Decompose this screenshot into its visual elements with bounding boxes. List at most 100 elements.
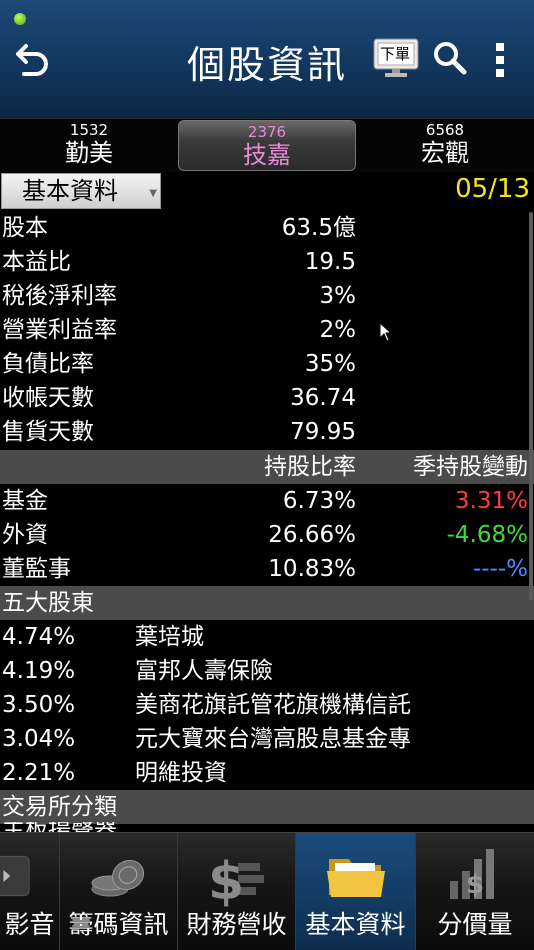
row-value: 3% — [319, 283, 357, 309]
nav-item-price-volume[interactable]: $ 分價量 — [416, 833, 534, 950]
partial-text: 主板揚聲器 — [2, 822, 117, 832]
row-label: 營業利益率 — [2, 317, 117, 343]
stock-tabs: 1532 勤美 2376 技嘉 6568 宏觀 — [0, 118, 534, 172]
nav-label: 基本資料 — [305, 910, 406, 939]
holding-change-header: 季持股變動 — [413, 454, 528, 480]
search-button[interactable] — [432, 40, 468, 76]
shareholder-name: 富邦人壽保險 — [135, 658, 273, 684]
shareholder-row: 3.04% 元大寶來台灣高股息基金專 — [0, 722, 534, 756]
nav-label: 分價量 — [437, 910, 513, 939]
stock-tab-1532[interactable]: 1532 勤美 — [0, 119, 178, 173]
section-title: 交易所分類 — [2, 794, 117, 820]
shareholder-pct: 3.04% — [2, 726, 76, 752]
row-value: 63.5億 — [281, 215, 356, 241]
shareholder-name: 美商花旗託管花旗機構信託 — [135, 692, 411, 718]
shareholder-row: 2.21% 明維投資 — [0, 756, 534, 790]
holding-ratio: 6.73% — [282, 488, 356, 514]
shareholder-row: 4.74% 葉培城 — [0, 620, 534, 654]
holding-ratio-header: 持股比率 — [264, 454, 356, 480]
row-value: 19.5 — [304, 249, 356, 275]
exchange-header: 交易所分類 — [0, 790, 534, 824]
stock-code: 1532 — [69, 121, 109, 139]
row-label: 董監事 — [2, 556, 71, 582]
stock-code: 2376 — [247, 123, 287, 141]
section-title: 五大股東 — [2, 590, 94, 616]
shareholder-pct: 3.50% — [2, 692, 76, 718]
order-button[interactable]: 下單 — [373, 38, 419, 78]
status-indicator — [14, 13, 26, 25]
shareholder-name: 元大寶來台灣高股息基金專 — [135, 726, 411, 752]
shareholder-pct: 4.19% — [2, 658, 76, 684]
video-icon — [0, 855, 30, 897]
holding-ratio: 26.66% — [268, 522, 356, 548]
row-label: 基金 — [2, 488, 48, 514]
holding-row: 基金 6.73% 3.31% — [0, 484, 534, 518]
folder-icon — [326, 859, 385, 897]
nav-item-chips[interactable]: 籌碼資訊 — [60, 833, 178, 950]
holding-change: ----% — [472, 556, 528, 582]
basic-row: 負債比率 35% — [0, 347, 534, 381]
holding-row: 外資 26.66% -4.68% — [0, 518, 534, 552]
row-value: 35% — [304, 351, 356, 377]
shareholder-name: 葉培城 — [135, 624, 204, 650]
basic-row: 收帳天數 36.74 — [0, 381, 534, 415]
nav-label: 財務營收 — [186, 910, 287, 939]
basic-row: 股本 63.5億 — [0, 211, 534, 245]
partial-row: 主板揚聲器 — [0, 822, 534, 832]
app-header: 個股資訊 下單 — [0, 0, 534, 118]
volume-bars-icon: $ — [450, 849, 494, 900]
scrollbar[interactable] — [529, 212, 533, 600]
svg-text:$: $ — [208, 852, 244, 907]
category-dropdown[interactable]: 基本資料 ▼ — [1, 173, 161, 209]
holding-change: 3.31% — [454, 488, 528, 514]
shareholder-row: 3.50% 美商花旗託管花旗機構信託 — [0, 688, 534, 722]
more-menu-button[interactable] — [488, 40, 512, 80]
dollar-icon: $ — [208, 852, 264, 907]
search-icon — [434, 42, 467, 75]
row-label: 股本 — [2, 215, 48, 241]
dropdown-arrow-icon: ▼ — [149, 188, 157, 199]
holding-change: -4.68% — [446, 522, 528, 548]
basic-row: 營業利益率 2% — [0, 313, 534, 347]
row-label: 本益比 — [2, 249, 71, 275]
row-value: 2% — [319, 317, 357, 343]
holding-header: 持股比率 季持股變動 — [0, 450, 534, 484]
row-value: 79.95 — [290, 419, 356, 445]
nav-label: 籌碼資訊 — [68, 910, 169, 939]
nav-item-video[interactable]: 影音 — [0, 833, 60, 950]
shareholder-row: 4.19% 富邦人壽保險 — [0, 654, 534, 688]
holding-row: 董監事 10.83% ----% — [0, 552, 534, 586]
data-date: 05/13 — [455, 174, 530, 204]
svg-text:$: $ — [466, 870, 484, 900]
dropdown-value: 基本資料 — [22, 177, 118, 205]
stock-name: 宏觀 — [421, 139, 469, 167]
row-label: 稅後淨利率 — [2, 283, 117, 309]
stock-name: 勤美 — [65, 139, 113, 167]
bottom-nav: 影音 籌碼資訊 $ 財務營收 基本資料 $ 分價量 — [0, 832, 534, 950]
shareholder-pct: 4.74% — [2, 624, 76, 650]
row-label: 負債比率 — [2, 351, 94, 377]
basic-row: 稅後淨利率 3% — [0, 279, 534, 313]
more-vert-icon — [496, 43, 504, 77]
nav-item-basic[interactable]: 基本資料 — [296, 833, 416, 950]
stock-tab-2376[interactable]: 2376 技嘉 — [178, 120, 356, 171]
mouse-cursor-icon — [379, 322, 393, 342]
basic-row: 售貨天數 79.95 — [0, 415, 534, 449]
coins-icon — [91, 859, 144, 897]
row-value: 36.74 — [290, 385, 356, 411]
nav-item-finance[interactable]: $ 財務營收 — [178, 833, 296, 950]
stock-tab-6568[interactable]: 6568 宏觀 — [356, 119, 534, 173]
shareholder-name: 明維投資 — [135, 760, 227, 786]
row-label: 收帳天數 — [2, 385, 94, 411]
top5-header: 五大股東 — [0, 586, 534, 620]
row-label: 外資 — [2, 522, 48, 548]
nav-label: 影音 — [4, 910, 55, 939]
basic-row: 本益比 19.5 — [0, 245, 534, 279]
row-label: 售貨天數 — [2, 419, 94, 445]
stock-name: 技嘉 — [243, 141, 291, 169]
holding-ratio: 10.83% — [268, 556, 356, 582]
shareholder-pct: 2.21% — [2, 760, 76, 786]
sub-header: 基本資料 ▼ 05/13 — [0, 172, 534, 210]
order-label: 下單 — [380, 45, 411, 63]
stock-code: 6568 — [425, 121, 465, 139]
